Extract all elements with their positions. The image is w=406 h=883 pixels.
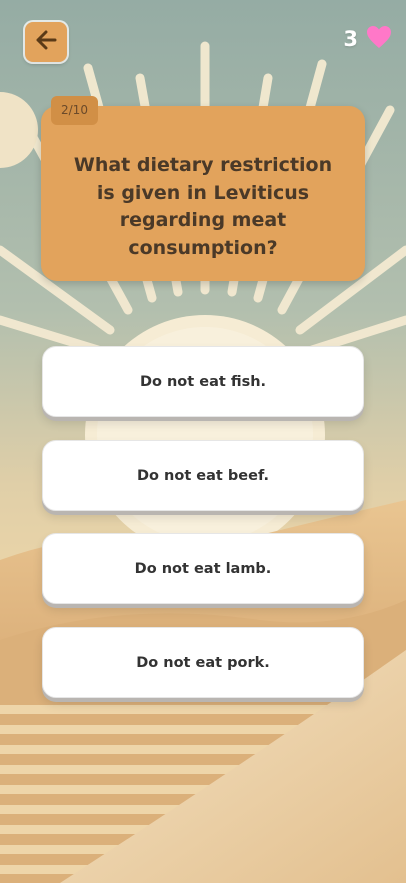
- back-button[interactable]: [25, 22, 67, 62]
- answer-option-4[interactable]: Do not eat pork.: [42, 627, 364, 698]
- lives-indicator: 3: [343, 24, 392, 54]
- arrow-left-icon: [35, 30, 57, 54]
- answer-option-1[interactable]: Do not eat fish.: [42, 346, 364, 417]
- lives-count: 3: [343, 27, 358, 51]
- answer-option-3[interactable]: Do not eat lamb.: [42, 533, 364, 604]
- heart-icon: [366, 25, 392, 53]
- question-card: 2/10 What dietary restriction is given i…: [41, 96, 365, 281]
- question-text: What dietary restriction is given in Lev…: [73, 154, 333, 259]
- progress-badge: 2/10: [51, 96, 98, 125]
- answer-option-2[interactable]: Do not eat beef.: [42, 440, 364, 511]
